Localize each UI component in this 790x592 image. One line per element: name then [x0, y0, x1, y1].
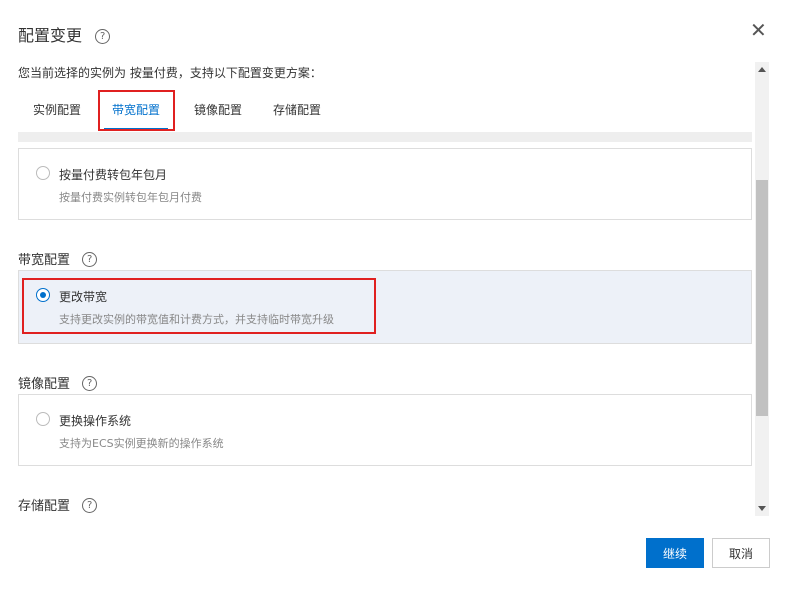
option-card-image[interactable]: 更换操作系统 支持为ECS实例更换新的操作系统 [18, 394, 752, 466]
radio-icon[interactable] [36, 412, 50, 426]
scroll-up-icon[interactable] [758, 67, 766, 72]
help-icon[interactable]: ? [82, 376, 98, 391]
cancel-button[interactable]: 取消 [712, 538, 770, 568]
close-icon[interactable]: ✕ [750, 20, 770, 40]
scroll-top-divider [18, 132, 752, 142]
option-desc: 按量付费实例转包年包月付费 [59, 191, 202, 204]
option-highlight-box [22, 278, 376, 334]
tab-highlight-box [98, 90, 175, 131]
option-desc: 支持为ECS实例更换新的操作系统 [59, 437, 224, 450]
help-icon[interactable]: ? [82, 498, 98, 513]
content-scrollbar[interactable] [755, 62, 769, 516]
section-title: 镜像配置 [18, 377, 71, 392]
option-card-billing[interactable]: 按量付费转包年包月 按量付费实例转包年包月付费 [18, 148, 752, 220]
dialog-title-text: 配置变更 [18, 26, 83, 45]
section-heading-storage: 存储配置 ? [18, 495, 98, 514]
radio-icon[interactable] [36, 166, 50, 180]
help-icon[interactable]: ? [95, 29, 111, 44]
option-label: 更换操作系统 [59, 414, 132, 428]
tab-storage-config[interactable]: 存储配置 [273, 101, 321, 118]
dialog-title: 配置变更 ? [18, 22, 111, 46]
help-icon[interactable]: ? [82, 252, 98, 267]
section-heading-image: 镜像配置 ? [18, 373, 98, 392]
tab-bar: 实例配置 带宽配置 镜像配置 存储配置 [18, 90, 752, 132]
section-heading-bandwidth: 带宽配置 ? [18, 249, 98, 268]
scroll-down-icon[interactable] [758, 506, 766, 511]
dialog-subtitle: 您当前选择的实例为 按量付费，支持以下配置变更方案： [18, 66, 322, 80]
tab-instance-config[interactable]: 实例配置 [33, 101, 81, 118]
section-title: 存储配置 [18, 499, 71, 514]
option-label: 按量付费转包年包月 [59, 168, 168, 182]
section-title: 带宽配置 [18, 253, 71, 268]
scrollbar-thumb[interactable] [756, 180, 768, 416]
continue-button[interactable]: 继续 [646, 538, 704, 568]
tab-image-config[interactable]: 镜像配置 [194, 101, 242, 118]
